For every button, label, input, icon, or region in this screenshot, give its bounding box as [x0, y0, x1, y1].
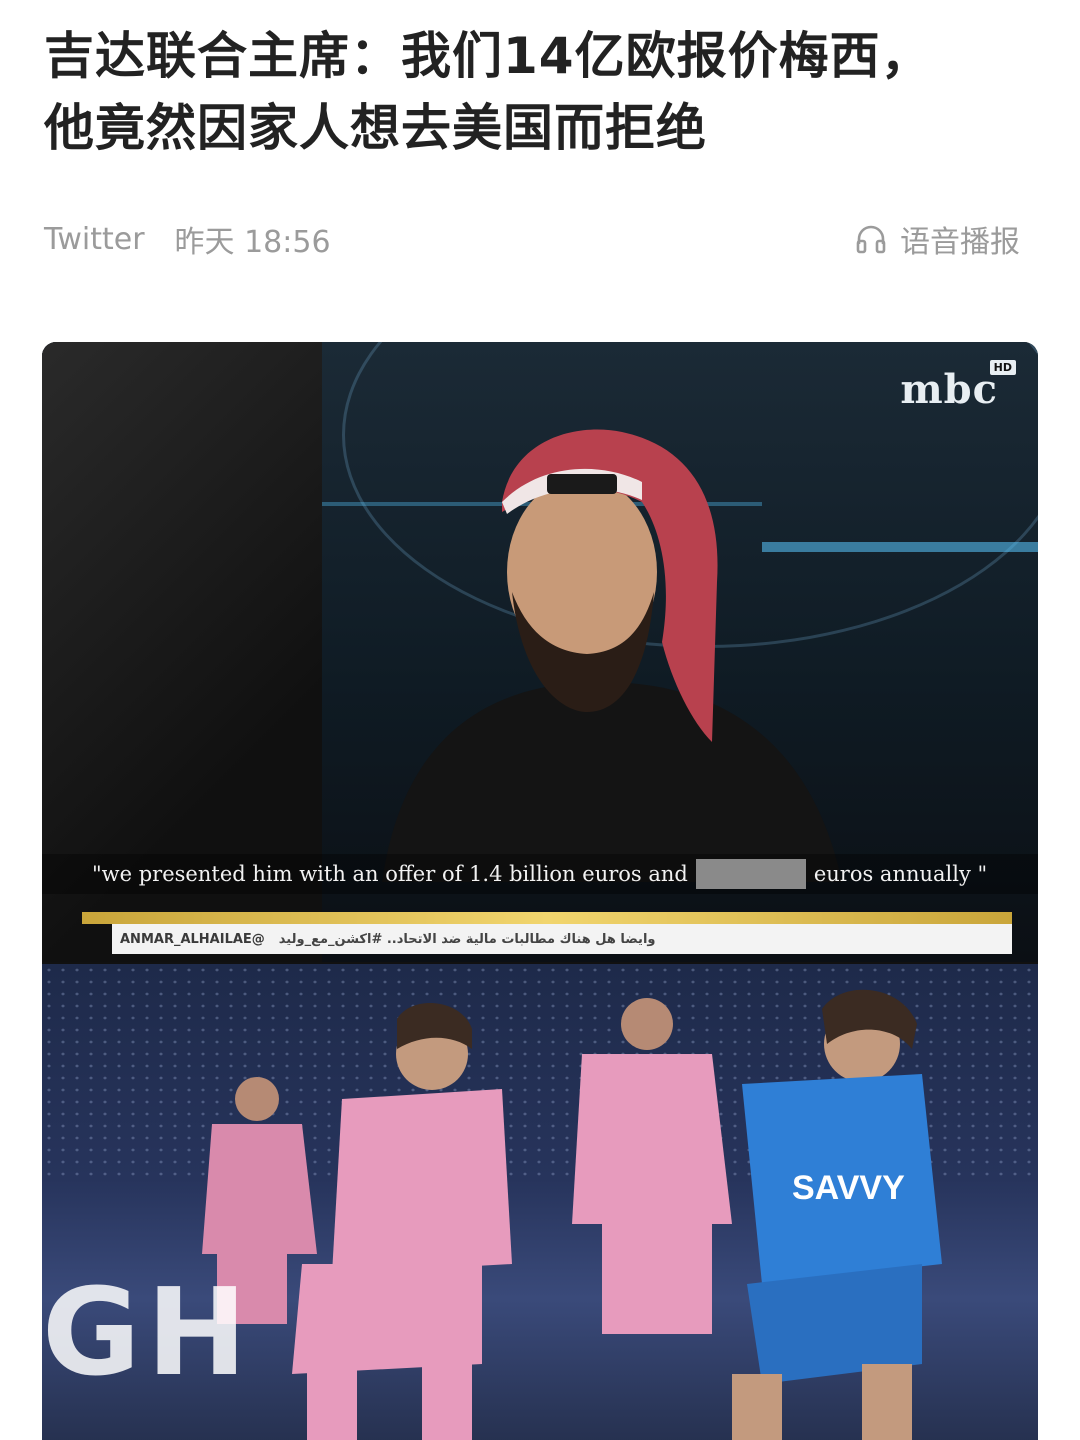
subtitle-text-before: "we presented him with an offer of 1.4 b… — [92, 862, 688, 886]
foreground-player-pink — [292, 1002, 512, 1440]
publish-time: 昨天 18:56 — [174, 225, 331, 260]
meta-left: Twitter 昨天 18:56 — [44, 217, 331, 261]
ticker-text: وايضا هل هناك مطالبات مالية ضد الاتحاد..… — [278, 931, 656, 947]
article-image[interactable]: HD mbc "we presented him with an offer o… — [42, 342, 1038, 1440]
article-meta: Twitter 昨天 18:56 语音播报 — [44, 216, 1020, 262]
ticker-accent-bar — [82, 912, 1012, 924]
video-subtitle: "we presented him with an offer of 1.4 b… — [42, 854, 1038, 894]
headphones-icon — [856, 225, 886, 254]
title-line-1: 吉达联合主席：我们14亿欧报价梅西， — [44, 27, 932, 85]
subtitle-text-after: euros annually " — [813, 862, 988, 886]
audio-play-button[interactable]: 语音播报 — [854, 217, 1020, 261]
jersey-sponsor-text: SAVVY — [792, 1169, 905, 1207]
audio-label: 语音播报 — [900, 225, 1020, 260]
match-photo: SAVVY GH — [42, 964, 1038, 1440]
article-page: 吉达联合主席：我们14亿欧报价梅西， 他竟然因家人想去美国而拒绝 Twitter… — [0, 0, 1080, 1440]
tv-screenshot: HD mbc "we presented him with an offer o… — [42, 342, 1038, 962]
background-player-pink-center — [572, 998, 732, 1334]
article-source[interactable]: Twitter — [44, 222, 145, 257]
redacted-block — [695, 859, 806, 889]
news-ticker: ANMAR_ALHAILAE@ وايضا هل هناك مطالبات ما… — [112, 924, 1012, 954]
ticker-handle: ANMAR_ALHAILAE@ — [120, 931, 265, 947]
title-line-2: 他竟然因家人想去美国而拒绝 — [44, 99, 707, 157]
foreground-player-blue: SAVVY — [732, 989, 942, 1440]
article-title: 吉达联合主席：我们14亿欧报价梅西， 他竟然因家人想去美国而拒绝 — [44, 20, 1044, 164]
presenter-figure — [382, 429, 842, 882]
advertising-board-text: GH — [42, 1264, 253, 1403]
tv-channel-logo: mbc — [900, 366, 998, 413]
